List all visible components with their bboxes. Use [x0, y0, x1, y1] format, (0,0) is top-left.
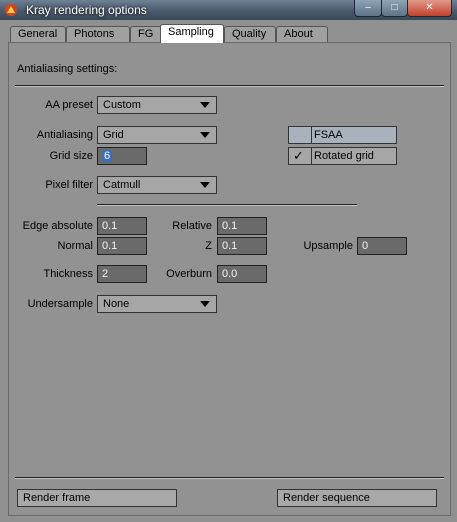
rotated-grid-label: Rotated grid — [314, 150, 374, 162]
grid-size-value: 6 — [102, 150, 113, 162]
normal-field[interactable]: 0.1 — [97, 237, 147, 255]
chevron-down-icon — [200, 301, 210, 307]
rotated-grid-checkbox: ✓ — [289, 148, 312, 164]
rotated-grid-toggle[interactable]: ✓ Rotated grid — [288, 147, 397, 165]
grid-size-field[interactable]: 6 — [97, 147, 147, 165]
divider — [15, 85, 444, 87]
thickness-label: Thickness — [43, 268, 93, 280]
undersample-value: None — [103, 298, 130, 310]
tab-general[interactable]: General — [10, 26, 66, 42]
antialiasing-label: Antialiasing — [36, 129, 93, 141]
tab-photons[interactable]: Photons — [66, 26, 130, 42]
aa-preset-value: Custom — [103, 99, 141, 111]
minimize-button[interactable]: – — [354, 0, 382, 17]
undersample-label: Undersample — [27, 298, 93, 310]
overburn-label: Overburn — [166, 268, 212, 280]
fsaa-toggle[interactable]: FSAA — [288, 126, 397, 144]
pixel-filter-label: Pixel filter — [45, 179, 93, 191]
overburn-field[interactable]: 0.0 — [217, 265, 267, 283]
grid-size-label: Grid size — [49, 150, 93, 162]
edge-absolute-label: Edge absolute — [22, 220, 93, 232]
antialiasing-value: Grid — [103, 129, 124, 141]
chevron-down-icon — [200, 182, 210, 188]
undersample-dropdown[interactable]: None — [97, 295, 217, 313]
z-label: Z — [205, 240, 212, 252]
upsample-field[interactable]: 0 — [357, 237, 407, 255]
pixel-filter-value: Catmull — [103, 179, 141, 191]
upsample-label: Upsample — [303, 240, 353, 252]
window-title: Kray rendering options — [26, 3, 147, 17]
fsaa-label: FSAA — [314, 129, 343, 141]
tab-quality[interactable]: Quality — [224, 26, 276, 42]
pixel-filter-dropdown[interactable]: Catmull — [97, 176, 217, 194]
section-heading: Antialiasing settings: — [17, 63, 118, 75]
divider — [15, 477, 444, 479]
aa-preset-label: AA preset — [45, 99, 93, 111]
normal-label: Normal — [57, 240, 93, 252]
edge-absolute-field[interactable]: 0.1 — [97, 217, 147, 235]
checkmark-icon: ✓ — [293, 148, 304, 163]
aa-preset-dropdown[interactable]: Custom — [97, 96, 217, 114]
relative-label: Relative — [172, 220, 212, 232]
divider — [97, 204, 357, 206]
render-sequence-button[interactable]: Render sequence — [277, 489, 437, 507]
chevron-down-icon — [200, 102, 210, 108]
kray-options-window: Kray rendering options – □ ✕ General Pho… — [0, 0, 457, 522]
z-field[interactable]: 0.1 — [217, 237, 267, 255]
tab-sampling[interactable]: Sampling — [160, 24, 224, 43]
fsaa-checkbox — [289, 127, 312, 143]
antialiasing-dropdown[interactable]: Grid — [97, 126, 217, 144]
title-bar[interactable]: Kray rendering options – □ ✕ — [0, 0, 457, 20]
thickness-field[interactable]: 2 — [97, 265, 147, 283]
tab-fg[interactable]: FG — [130, 26, 162, 42]
relative-field[interactable]: 0.1 — [217, 217, 267, 235]
maximize-button[interactable]: □ — [381, 0, 408, 17]
chevron-down-icon — [200, 132, 210, 138]
kray-app-icon — [5, 4, 17, 16]
render-frame-button[interactable]: Render frame — [17, 489, 177, 507]
close-button[interactable]: ✕ — [407, 0, 452, 17]
sampling-panel: Antialiasing settings: AA preset Custom … — [8, 42, 451, 516]
tab-about[interactable]: About — [276, 26, 328, 42]
